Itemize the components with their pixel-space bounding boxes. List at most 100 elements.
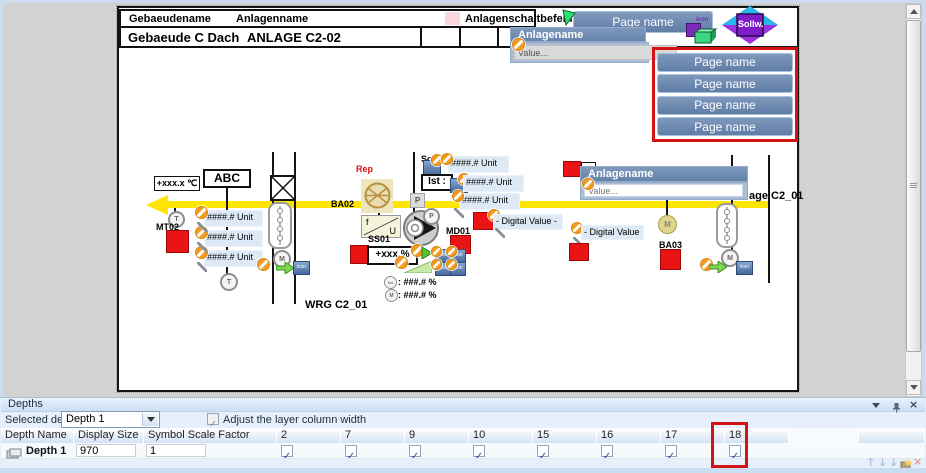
green-arrow-icon[interactable] [709,260,727,278]
panel-menu-caret-icon[interactable] [872,403,880,408]
anlagename-value-field[interactable]: Value... [584,184,743,197]
alarm-square[interactable] [569,243,589,261]
layer-checkbox[interactable] [665,445,677,457]
title-block-row2: Gebaeude C Dach ANLAGE C2-02 [119,26,536,48]
valve-body-icon[interactable] [716,203,738,248]
layer-checkbox[interactable] [537,445,549,457]
dropdown-arrow-button[interactable] [142,413,158,426]
m-readout-icon: M [385,289,398,302]
depth-row[interactable] [1,443,925,459]
analog-value-field[interactable]: ####.# Unit [204,210,263,227]
application-window: Gebaeudename Anlagenname Anlagenschaltbe… [0,0,926,473]
no-connection-badge-icon [431,246,442,257]
thumb-grip-icon [910,183,917,189]
temperature-sensor-icon: T [220,273,238,291]
no-connection-badge-icon [512,38,525,51]
scroll-up-button[interactable] [906,4,921,19]
layer-checkbox[interactable] [281,445,293,457]
no-connection-badge-icon [441,153,453,165]
no-connection-badge-icon [582,178,594,190]
dropdown-caret-icon [147,417,155,422]
anlagename-popup-header[interactable]: Anlagename [580,166,748,182]
plant-name-label: Anlagenname [236,13,308,25]
analog-value-field[interactable]: ####.# Unit [204,250,263,267]
digital-value-field[interactable]: - Digital Value [581,225,644,240]
temperature-value-box[interactable]: +xxx.x ℃ [154,176,200,191]
wrench-icon [197,242,207,252]
column-header-display-size[interactable]: Display Size [74,428,144,443]
ist-readout-icon: Ist [384,276,397,289]
column-header-layer[interactable]: 10 [469,428,533,443]
duct-line [666,197,668,217]
valve-body-icon[interactable] [268,202,292,249]
symbol-scale-input[interactable]: 1 [146,444,206,457]
wrg-tag: WRG C2_01 [305,299,367,311]
m-percent-value: : ###.# % [398,290,437,300]
green-arrow-icon[interactable] [276,261,294,279]
cell-divider [459,28,461,46]
panel-close-icon[interactable]: × [909,398,918,411]
sollw-label: Sollw. [738,19,763,29]
delete-depth-icon[interactable]: × [913,455,922,468]
p-flag-icon: P [410,193,425,208]
analog-value-field[interactable]: ####.# Unit [459,193,520,210]
layer-checkbox[interactable] [473,445,485,457]
analog-value-field[interactable]: ####.# Unit [448,156,509,173]
icon-button[interactable]: icon [736,261,753,275]
page-link-button[interactable]: Page name [657,53,793,72]
column-header-layer[interactable]: 16 [597,428,661,443]
no-connection-badge-icon [431,259,442,270]
depth-row-icon [6,446,22,464]
page-link-button[interactable]: Page name [657,96,793,115]
column-header-symbol-scale[interactable]: Symbol Scale Factor [144,428,277,443]
depth-row-name: Depth 1 [26,445,66,457]
ramp-icon[interactable] [404,260,432,278]
no-connection-badge-icon [257,258,270,271]
alarm-square[interactable] [563,161,581,177]
alarm-square[interactable] [166,230,189,253]
scrollbar-thumb[interactable] [906,20,921,352]
depths-panel-titlebar[interactable]: Depths [1,398,925,412]
column-header-layer[interactable]: 15 [533,428,597,443]
cell-divider [497,28,499,46]
highlighted-layer-column-18 [711,422,748,468]
selected-depth-dropdown[interactable]: Depth 1 [61,411,160,428]
switch-command-label: Anlagenschaltbefehl [465,13,573,25]
alarm-square[interactable] [660,249,681,270]
column-header-depth-name[interactable]: Depth Name [1,428,74,443]
no-connection-badge-icon [446,246,457,257]
selected-depth-value: Depth 1 [66,413,105,425]
plant-name-value: ANLAGE C2-02 [247,30,341,45]
wrench-icon [197,262,207,272]
abc-label-box[interactable]: ABC [203,169,251,188]
heat-exchanger-icon[interactable] [270,175,296,201]
highlighted-page-links-group: Page name Page name Page name Page name [652,47,798,142]
adjust-column-width-label: Adjust the layer column width [223,414,366,426]
column-header-layer[interactable]: 9 [405,428,469,443]
page-link-button[interactable]: Page name [657,74,793,93]
damper-actuator-icon[interactable] [364,182,391,214]
page-link-button[interactable]: Page name [657,117,793,136]
icon-button[interactable]: icon [293,261,310,275]
scroll-down-button[interactable] [906,380,921,395]
column-header-layer[interactable]: 2 [277,428,341,443]
layer-checkbox[interactable] [345,445,357,457]
cell-divider [420,28,422,46]
adjust-column-width-checkbox[interactable] [207,413,219,425]
layer-checkbox[interactable] [409,445,421,457]
switch-command-color-swatch [445,12,460,25]
analog-value-field[interactable]: ####.# Unit [204,230,263,247]
analog-value-field[interactable]: ####.# Unit [463,175,524,192]
building-name-label: Gebaeudename [129,13,211,25]
pressure-sensor-icon: P [423,208,440,225]
ba03-actuator-icon[interactable]: M [658,215,677,234]
display-size-input[interactable]: 970 [76,444,136,457]
anlagename-popup-header[interactable]: Anlagename [510,27,646,42]
fc-u-label: U [390,226,397,236]
no-connection-badge-icon [446,259,457,270]
sollw-diamond-icon[interactable]: Sollw. [721,5,779,45]
pin-icon[interactable] [892,400,901,418]
column-header-layer[interactable]: 7 [341,428,405,443]
layer-checkbox[interactable] [601,445,613,457]
wrench-icon [197,222,207,232]
